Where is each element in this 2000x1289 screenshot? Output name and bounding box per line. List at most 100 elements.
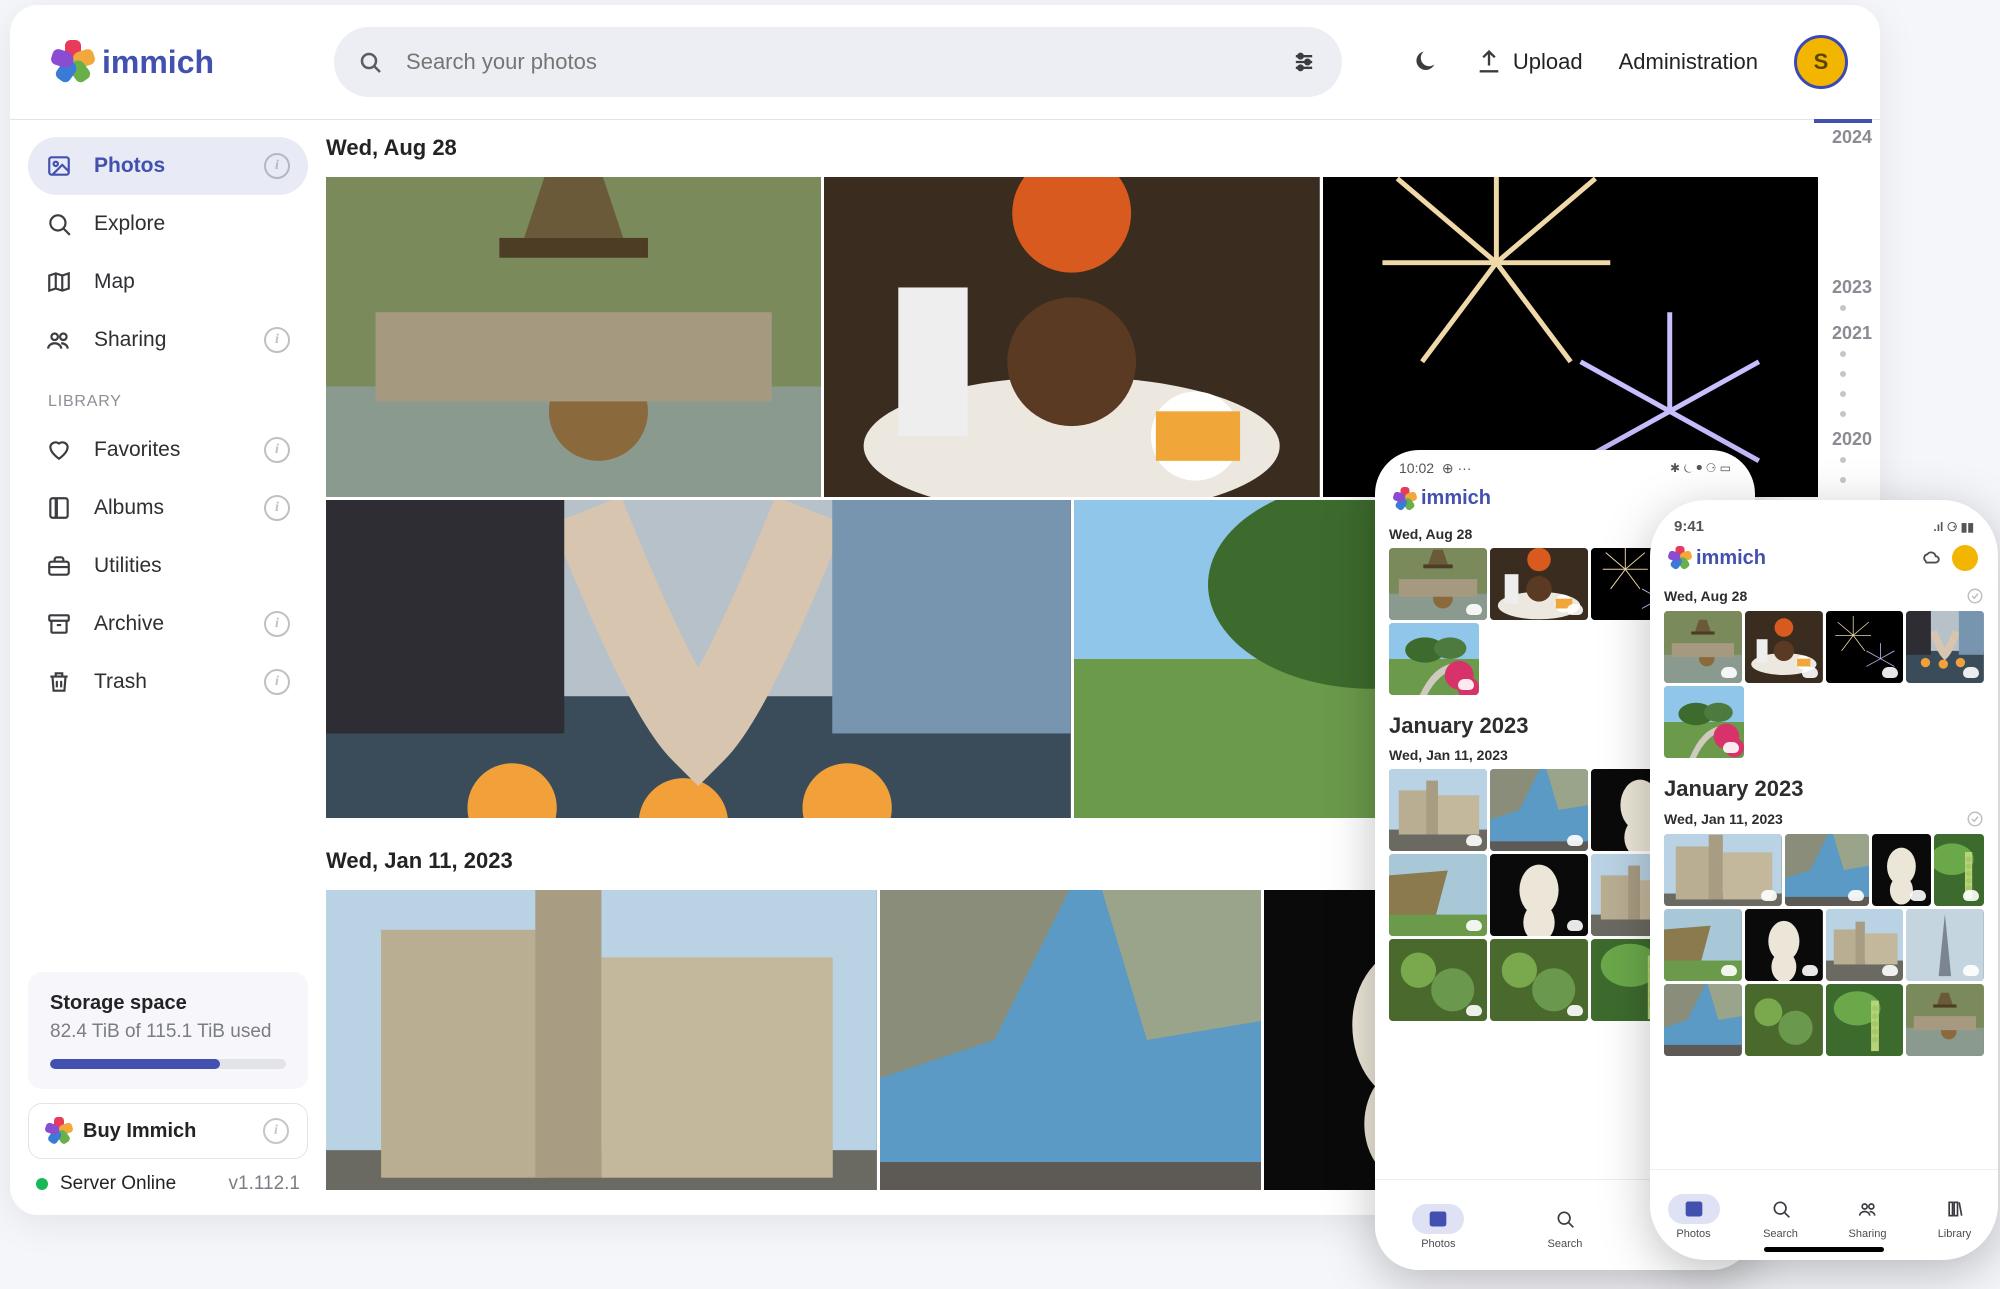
tab-search[interactable]: Search bbox=[1539, 1204, 1591, 1250]
sidebar-item-label: Sharing bbox=[94, 328, 166, 352]
upload-icon bbox=[1475, 48, 1503, 76]
sidebar-item-albums[interactable]: Albums i bbox=[28, 479, 308, 537]
scrubber-tick bbox=[1840, 371, 1846, 377]
info-icon[interactable]: i bbox=[264, 327, 290, 353]
photo-tile[interactable] bbox=[1934, 834, 1984, 906]
scrubber-year[interactable]: 2021 bbox=[1832, 323, 1872, 344]
tab-label: Sharing bbox=[1849, 1228, 1887, 1240]
info-icon[interactable]: i bbox=[264, 437, 290, 463]
image-icon bbox=[1428, 1209, 1448, 1229]
photo-tile[interactable] bbox=[326, 890, 877, 1190]
search-icon bbox=[1771, 1199, 1791, 1219]
scrubber-year[interactable]: 2020 bbox=[1832, 429, 1872, 450]
sidebar-item-photos[interactable]: Photos i bbox=[28, 137, 308, 195]
info-icon[interactable]: i bbox=[264, 669, 290, 695]
photo-tile[interactable] bbox=[1785, 834, 1869, 906]
photo-tile[interactable] bbox=[1490, 854, 1588, 936]
administration-link[interactable]: Administration bbox=[1619, 49, 1758, 75]
photo-tile[interactable] bbox=[1745, 909, 1823, 981]
search-bar[interactable] bbox=[334, 27, 1342, 97]
photo-tile[interactable] bbox=[1389, 939, 1487, 1021]
scrubber-year[interactable]: 2024 bbox=[1832, 127, 1872, 148]
tab-photos[interactable]: Photos bbox=[1668, 1194, 1720, 1240]
photo-tile[interactable] bbox=[1664, 909, 1742, 981]
tab-photos[interactable]: Photos bbox=[1412, 1204, 1464, 1250]
photo-tile[interactable] bbox=[1826, 611, 1904, 683]
photo-tile[interactable] bbox=[1490, 769, 1588, 851]
cloud-sync-icon bbox=[1721, 965, 1737, 976]
photo-tile[interactable] bbox=[1745, 984, 1823, 1056]
upload-button[interactable]: Upload bbox=[1475, 48, 1583, 76]
dark-mode-icon[interactable] bbox=[1411, 48, 1439, 76]
info-icon[interactable]: i bbox=[263, 1118, 289, 1144]
library-icon bbox=[1945, 1199, 1965, 1219]
administration-label: Administration bbox=[1619, 49, 1758, 75]
cloud-sync-icon[interactable] bbox=[1920, 547, 1942, 569]
sidebar-item-explore[interactable]: Explore bbox=[28, 195, 308, 253]
sidebar-item-favorites[interactable]: Favorites i bbox=[28, 421, 308, 479]
search-icon bbox=[46, 211, 72, 237]
photo-tile[interactable] bbox=[1389, 854, 1487, 936]
photo-tile[interactable] bbox=[1664, 984, 1742, 1056]
search-icon bbox=[358, 50, 382, 74]
photo-tile[interactable] bbox=[1389, 769, 1487, 851]
tab-search[interactable]: Search bbox=[1755, 1194, 1807, 1240]
map-icon bbox=[46, 269, 72, 295]
photo-tile[interactable] bbox=[1906, 611, 1984, 683]
tab-sharing[interactable]: Sharing bbox=[1842, 1194, 1894, 1240]
tab-label: Photos bbox=[1676, 1228, 1710, 1240]
cloud-sync-icon bbox=[1466, 920, 1482, 931]
photo-tile[interactable] bbox=[1389, 623, 1479, 695]
sidebar-item-trash[interactable]: Trash i bbox=[28, 653, 308, 711]
photo-tile[interactable] bbox=[1872, 834, 1931, 906]
search-filter-icon[interactable] bbox=[1290, 48, 1318, 76]
date-header[interactable]: Wed, Aug 28 bbox=[326, 135, 1818, 161]
user-avatar[interactable]: S bbox=[1794, 35, 1848, 89]
sidebar-item-label: Favorites bbox=[94, 438, 180, 462]
sidebar-item-map[interactable]: Map bbox=[28, 253, 308, 311]
sidebar-item-label: Albums bbox=[94, 496, 164, 520]
upload-label: Upload bbox=[1513, 49, 1583, 75]
app-logo[interactable]: immich bbox=[54, 43, 214, 81]
photo-tile[interactable] bbox=[326, 177, 821, 497]
photo-tile[interactable] bbox=[1490, 939, 1588, 1021]
buy-immich-button[interactable]: Buy Immich i bbox=[28, 1103, 308, 1159]
photo-tile[interactable] bbox=[1745, 611, 1823, 683]
photo-tile[interactable] bbox=[880, 890, 1261, 1190]
tab-library[interactable]: Library bbox=[1929, 1194, 1981, 1240]
users-icon bbox=[1858, 1199, 1878, 1219]
cloud-sync-icon bbox=[1721, 667, 1737, 678]
sidebar-item-archive[interactable]: Archive i bbox=[28, 595, 308, 653]
scrubber-year[interactable]: 2023 bbox=[1832, 277, 1872, 298]
info-icon[interactable]: i bbox=[264, 611, 290, 637]
info-icon[interactable]: i bbox=[264, 495, 290, 521]
check-circle-icon[interactable] bbox=[1966, 810, 1984, 828]
photo-tile[interactable] bbox=[1906, 909, 1984, 981]
date-header[interactable]: Wed, Aug 28 bbox=[1664, 587, 1984, 605]
photo-tile[interactable] bbox=[1389, 548, 1487, 620]
photo-tile[interactable] bbox=[1664, 834, 1782, 906]
user-avatar[interactable] bbox=[1952, 545, 1978, 571]
photo-tile[interactable] bbox=[1490, 548, 1588, 620]
date-header[interactable]: Wed, Jan 11, 2023 bbox=[1664, 810, 1984, 828]
photo-tile[interactable] bbox=[1826, 909, 1904, 981]
info-icon[interactable]: i bbox=[264, 153, 290, 179]
storage-title: Storage space bbox=[50, 992, 286, 1015]
photo-tile[interactable] bbox=[1664, 686, 1744, 758]
photo-tile[interactable] bbox=[824, 177, 1319, 497]
photo-row bbox=[1664, 686, 1984, 758]
scrubber-marker[interactable] bbox=[1814, 119, 1872, 123]
photo-row bbox=[1664, 611, 1984, 683]
check-circle-icon[interactable] bbox=[1966, 587, 1984, 605]
sidebar-item-utilities[interactable]: Utilities bbox=[28, 537, 308, 595]
photo-tile[interactable] bbox=[1323, 177, 1818, 497]
toolbox-icon bbox=[46, 553, 72, 579]
photo-tile[interactable] bbox=[1664, 611, 1742, 683]
photo-tile[interactable] bbox=[326, 500, 1071, 818]
photo-tile[interactable] bbox=[1906, 984, 1984, 1056]
photo-tile[interactable] bbox=[1826, 984, 1904, 1056]
search-input[interactable] bbox=[404, 48, 1268, 76]
sidebar-item-sharing[interactable]: Sharing i bbox=[28, 311, 308, 369]
month-header[interactable]: January 2023 bbox=[1664, 776, 1984, 802]
cloud-sync-icon bbox=[1882, 965, 1898, 976]
